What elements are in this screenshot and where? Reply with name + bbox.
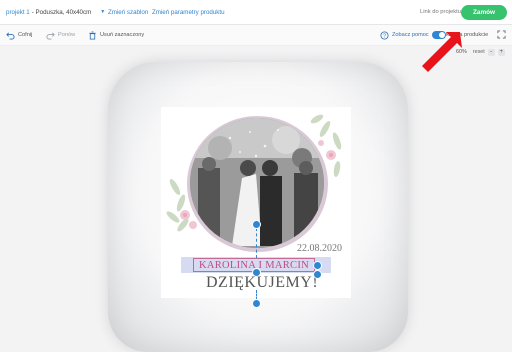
order-button[interactable]: Zamów: [461, 5, 507, 20]
delete-selected-button[interactable]: Usuń zaznaczony: [88, 25, 144, 45]
fullscreen-icon[interactable]: [497, 30, 506, 39]
undo-icon: [6, 31, 15, 40]
trash-icon: [89, 30, 96, 40]
project-name[interactable]: projekt 1: [6, 9, 30, 16]
project-description: - Poduszka, 40x40cm: [31, 8, 92, 16]
date-text[interactable]: 22.08.2020: [272, 243, 342, 255]
undo-label: Cofnij: [18, 32, 33, 38]
change-product-params-link[interactable]: Zmień parametry produktu: [152, 0, 225, 24]
delete-selected-label: Usuń zaznaczony: [100, 32, 145, 38]
scale-handle[interactable]: [313, 270, 322, 279]
project-title[interactable]: projekt 1 - Poduszka, 40x40cm ▼: [6, 0, 105, 24]
zoom-in-button[interactable]: +: [497, 48, 505, 56]
undo-button[interactable]: Cofnij: [6, 25, 32, 45]
zoom-reset-button[interactable]: reset: [473, 49, 485, 55]
resize-handle[interactable]: [313, 261, 322, 270]
svg-text:?: ?: [383, 33, 386, 39]
change-template-link[interactable]: Zmień szablon: [108, 0, 148, 24]
redo-label: Ponów: [58, 32, 76, 38]
move-handle[interactable]: [252, 268, 261, 277]
rotate-handle-bottom[interactable]: [252, 299, 261, 308]
question-circle-icon: ?: [380, 30, 389, 39]
project-link[interactable]: Link do projektu: [420, 0, 461, 24]
redo-icon: [46, 31, 55, 40]
rotate-handle[interactable]: [252, 220, 261, 229]
annotation-arrow-icon: [422, 32, 462, 72]
redo-button[interactable]: Ponów: [46, 25, 75, 45]
top-bar: projekt 1 - Poduszka, 40x40cm ▼ Zmień sz…: [0, 0, 512, 25]
rotation-guide-line: [256, 228, 257, 258]
zoom-out-button[interactable]: -: [487, 48, 495, 56]
chevron-down-icon[interactable]: ▼: [100, 9, 105, 15]
